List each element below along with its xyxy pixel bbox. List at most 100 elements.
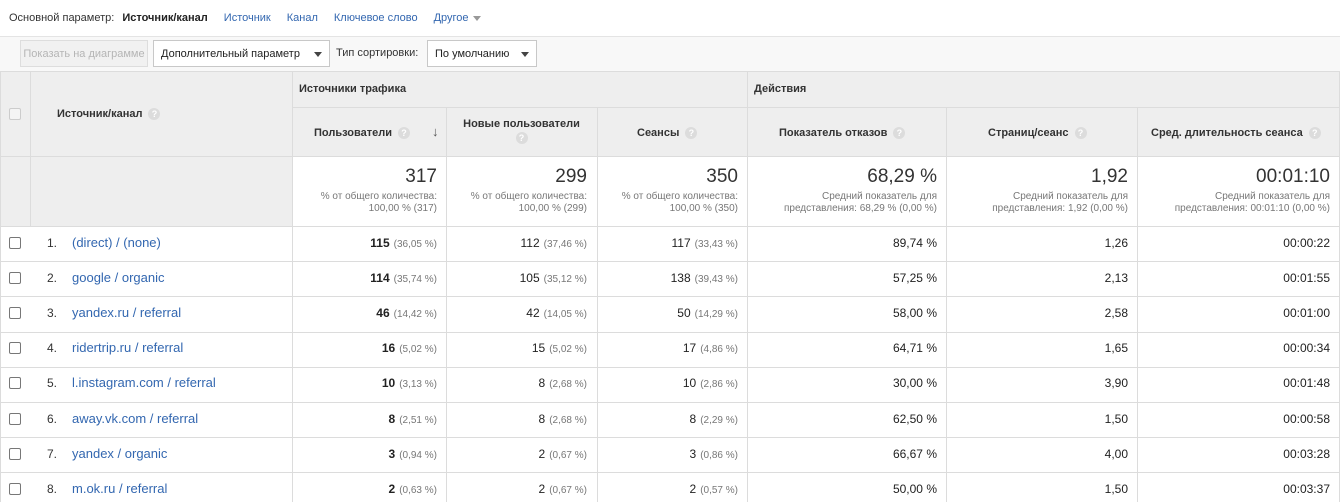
- cell-value: 2: [689, 482, 697, 496]
- row-source-link[interactable]: away.vk.com / referral: [72, 411, 198, 426]
- total-subtext-bounce-rate: Средний показатель для представления: 68,…: [784, 191, 937, 215]
- select-all-checkbox[interactable]: [9, 108, 21, 120]
- cell-value: 66,67 %: [892, 447, 937, 461]
- row-checkbox[interactable]: [9, 272, 21, 284]
- column-header-users[interactable]: Пользователи?: [314, 127, 411, 140]
- cell-pages-per-session: 1,65: [1105, 341, 1128, 355]
- cell-bounce-rate: 58,00 %: [893, 306, 937, 320]
- help-icon[interactable]: ?: [1074, 127, 1087, 140]
- cell-value: 15: [531, 341, 546, 355]
- column-header-sessions[interactable]: Сеансы?: [637, 127, 698, 140]
- cell-value: 1,26: [1104, 236, 1128, 250]
- row-divider: [0, 367, 1340, 368]
- cell-value: 00:01:48: [1283, 376, 1330, 390]
- cell-bounce-rate: 66,67 %: [893, 447, 937, 461]
- primary-dimension-label: Основной параметр:: [9, 12, 115, 24]
- dimension-column-header[interactable]: Источник/канал?: [57, 108, 161, 121]
- help-icon[interactable]: ?: [685, 127, 698, 140]
- cell-pages-per-session: 4,00: [1105, 447, 1128, 461]
- cell-value: 138: [670, 271, 691, 285]
- row-source-link[interactable]: l.instagram.com / referral: [72, 375, 216, 390]
- dimension-link-keyword[interactable]: Ключевое слово: [334, 12, 418, 24]
- cell-new-users: 2 (0,67 %): [539, 447, 587, 461]
- row-number: 4.: [47, 341, 58, 355]
- cell-new-users: 42 (14,05 %): [526, 306, 587, 320]
- total-subtext-line: % от общего количества:: [621, 191, 738, 202]
- column-header-avg-duration[interactable]: Сред. длительность сеанса?: [1151, 127, 1321, 140]
- cell-percent: (2,51 %): [399, 415, 437, 426]
- dimension-link-medium[interactable]: Канал: [287, 12, 318, 24]
- cell-users: 10 (3,13 %): [382, 376, 437, 390]
- total-value-avg-duration: 00:01:10: [1256, 166, 1330, 187]
- dimension-link-source[interactable]: Источник: [224, 12, 271, 24]
- column-header-pages-per-session[interactable]: Страниц/сеанс?: [988, 127, 1087, 140]
- cell-value: 50: [677, 306, 691, 320]
- help-icon[interactable]: ?: [398, 127, 411, 140]
- row-checkbox[interactable]: [9, 307, 21, 319]
- sort-type-select[interactable]: По умолчанию: [427, 40, 537, 67]
- cell-percent: (0,67 %): [549, 450, 587, 461]
- row-checkbox[interactable]: [9, 483, 21, 495]
- row-checkbox[interactable]: [9, 342, 21, 354]
- dimension-link-other[interactable]: Другое: [434, 12, 481, 24]
- total-subtext-line: Средний показатель для: [1013, 191, 1128, 202]
- cell-avg-duration: 00:00:22: [1283, 236, 1330, 250]
- cell-value: 115: [370, 236, 390, 250]
- cell-percent: (5,02 %): [549, 344, 587, 355]
- row-source-link[interactable]: m.ok.ru / referral: [72, 481, 167, 496]
- cell-new-users: 15 (5,02 %): [532, 341, 587, 355]
- row-source-link[interactable]: ridertrip.ru / referral: [72, 340, 183, 355]
- cell-bounce-rate: 64,71 %: [893, 341, 937, 355]
- cell-percent: (35,12 %): [543, 274, 587, 285]
- column-header-new-users[interactable]: Новые пользователи?: [446, 117, 597, 145]
- total-subtext-new-users: % от общего количества: 100,00 % (299): [471, 191, 587, 215]
- cell-percent: (0,57 %): [700, 485, 738, 496]
- grid-line: [446, 107, 447, 502]
- cell-percent: (0,67 %): [549, 485, 587, 496]
- sort-arrow-down-icon[interactable]: ↓: [432, 124, 439, 139]
- total-subtext-avg-duration: Средний показатель для представления: 00:…: [1175, 191, 1330, 215]
- column-title-avg-duration: Сред. длительность сеанса: [1151, 127, 1303, 139]
- cell-sessions: 117 (33,43 %): [672, 236, 739, 250]
- cell-avg-duration: 00:01:00: [1283, 306, 1330, 320]
- cell-new-users: 8 (2,68 %): [539, 412, 587, 426]
- cell-value: 105: [519, 271, 540, 285]
- row-source-link[interactable]: (direct) / (none): [72, 235, 161, 250]
- cell-value: 30,00 %: [892, 376, 937, 390]
- secondary-dimension-select[interactable]: Дополнительный параметр: [153, 40, 330, 67]
- row-source-link[interactable]: yandex / organic: [72, 446, 167, 461]
- row-source-link[interactable]: google / organic: [72, 270, 165, 285]
- total-subtext-pages-per-session: Средний показатель для представления: 1,9…: [992, 191, 1128, 215]
- cell-value: 2,13: [1104, 271, 1128, 285]
- column-title-bounce-rate: Показатель отказов: [779, 127, 888, 139]
- cell-new-users: 105 (35,12 %): [520, 271, 587, 285]
- help-icon[interactable]: ?: [515, 132, 528, 145]
- cell-value: 00:01:55: [1283, 271, 1330, 285]
- cell-users: 8 (2,51 %): [389, 412, 437, 426]
- row-checkbox[interactable]: [9, 413, 21, 425]
- total-subtext-line: представления: 68,29 % (0,00 %): [783, 203, 937, 214]
- total-subtext-line: Средний показатель для: [1215, 191, 1330, 202]
- row-divider: [0, 332, 1340, 333]
- column-title-users: Пользователи: [314, 127, 393, 139]
- total-subtext-line: Средний показатель для: [822, 191, 937, 202]
- cell-value: 1,50: [1104, 482, 1128, 496]
- help-icon[interactable]: ?: [893, 127, 906, 140]
- group-header-behavior: Действия: [754, 83, 807, 95]
- help-icon[interactable]: ?: [148, 108, 161, 121]
- plot-rows-button[interactable]: Показать на диаграмме: [20, 40, 148, 67]
- cell-value: 58,00 %: [892, 306, 937, 320]
- cell-value: 46: [376, 306, 390, 320]
- row-source-link[interactable]: yandex.ru / referral: [72, 305, 181, 320]
- cell-value: 112: [520, 236, 540, 250]
- total-value-pages-per-session: 1,92: [1091, 166, 1128, 187]
- help-icon[interactable]: ?: [1308, 127, 1321, 140]
- column-title-new-users: Новые пользователи: [463, 118, 580, 130]
- row-checkbox[interactable]: [9, 377, 21, 389]
- row-checkbox[interactable]: [9, 237, 21, 249]
- cell-value: 00:00:34: [1283, 341, 1330, 355]
- column-header-bounce-rate[interactable]: Показатель отказов?: [779, 127, 906, 140]
- row-checkbox[interactable]: [9, 448, 21, 460]
- row-number: 1.: [47, 236, 58, 250]
- cell-sessions: 2 (0,57 %): [690, 482, 738, 496]
